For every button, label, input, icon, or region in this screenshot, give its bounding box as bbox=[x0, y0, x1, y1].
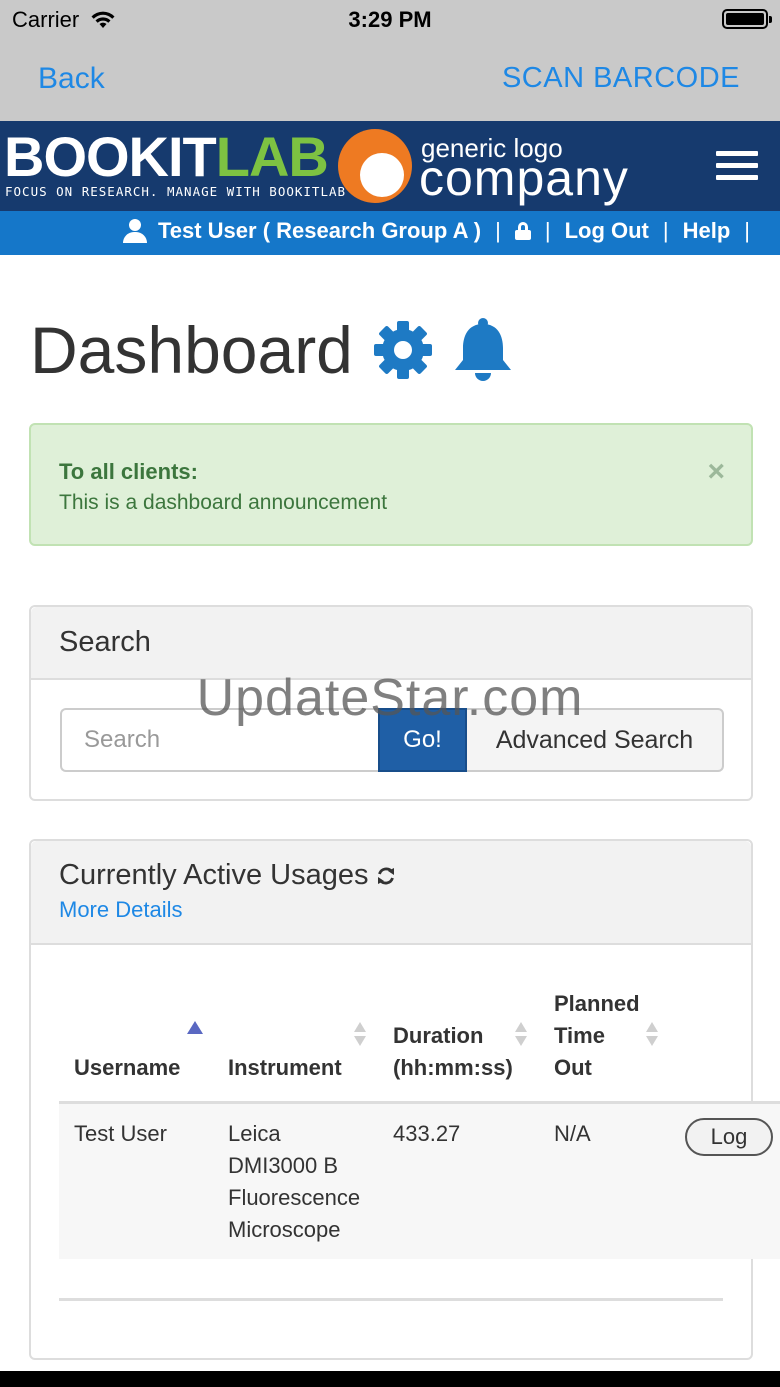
separator: | bbox=[662, 218, 669, 243]
sort-ascending-icon[interactable] bbox=[187, 1021, 203, 1034]
column-header-duration[interactable]: Duration bbox=[393, 1020, 483, 1052]
column-header-planned-time-out-line2: Time bbox=[554, 1023, 605, 1048]
nav-bar: Back SCAN BARCODE bbox=[0, 40, 780, 121]
status-time: 3:29 PM bbox=[348, 7, 432, 32]
logo-book-text: BOOKIT bbox=[4, 125, 217, 188]
column-header-planned-time-out-line3: Out bbox=[554, 1055, 592, 1080]
company-logo-big: company bbox=[419, 150, 629, 206]
sort-icon[interactable] bbox=[646, 1022, 658, 1048]
page-title-row: Dashboard bbox=[30, 312, 515, 388]
separator: | bbox=[744, 218, 750, 243]
sort-icon[interactable] bbox=[515, 1022, 527, 1048]
help-link[interactable]: Help bbox=[683, 218, 731, 244]
brand-header: BOOKITLAB FOCUS ON RESEARCH. MANAGE WITH… bbox=[0, 121, 780, 211]
cell-instrument-line3: Fluorescence bbox=[228, 1185, 361, 1210]
usages-panel-heading: Currently Active Usages More Details bbox=[31, 841, 751, 945]
search-panel-heading: Search bbox=[31, 607, 751, 680]
column-header-planned-time-out[interactable]: Planned bbox=[554, 988, 640, 1020]
log-button[interactable]: Log bbox=[685, 1118, 773, 1156]
advanced-search-button[interactable]: Advanced Search bbox=[467, 708, 724, 772]
go-button[interactable]: Go! bbox=[378, 708, 467, 772]
bookitlab-logo[interactable]: BOOKITLAB bbox=[4, 125, 329, 188]
alert-title: To all clients: bbox=[59, 459, 198, 484]
gear-icon[interactable] bbox=[373, 320, 433, 380]
table-divider bbox=[59, 1298, 723, 1301]
page-title: Dashboard bbox=[30, 313, 353, 387]
cell-duration: 433.27 bbox=[393, 1121, 461, 1146]
column-header-username[interactable]: Username bbox=[74, 1052, 180, 1084]
search-heading: Search bbox=[59, 626, 151, 658]
user-bar: Test User ( Research Group A ) | | Log O… bbox=[0, 211, 780, 255]
cell-planned-time-out: N/A bbox=[554, 1121, 591, 1146]
search-row: Go! Advanced Search bbox=[60, 708, 724, 772]
cell-instrument-line4: Microscope bbox=[228, 1217, 341, 1242]
cell-username: Test User bbox=[74, 1121, 167, 1146]
column-header-duration-unit: (hh:mm:ss) bbox=[393, 1055, 513, 1080]
cell-instrument-line2: DMI3000 B bbox=[228, 1153, 339, 1178]
refresh-icon[interactable] bbox=[376, 866, 396, 886]
sort-icon[interactable] bbox=[354, 1022, 366, 1048]
status-bar: Carrier 3:29 PM bbox=[0, 0, 780, 40]
separator: | bbox=[544, 218, 551, 243]
active-usages-panel: Currently Active Usages More Details bbox=[29, 839, 753, 1360]
user-profile-link[interactable]: Test User ( Research Group A ) bbox=[158, 218, 481, 244]
menu-icon[interactable] bbox=[716, 151, 758, 181]
search-input[interactable] bbox=[60, 708, 378, 772]
more-details-link[interactable]: More Details bbox=[59, 897, 182, 923]
user-icon bbox=[122, 219, 148, 243]
alert-body: This is a dashboard announcement bbox=[59, 491, 388, 514]
logout-link[interactable]: Log Out bbox=[565, 218, 649, 244]
separator: | bbox=[495, 218, 501, 243]
bell-icon[interactable] bbox=[451, 316, 515, 384]
usages-title-row: Currently Active Usages bbox=[59, 859, 396, 892]
search-panel: Search Go! Advanced Search bbox=[29, 605, 753, 801]
battery-icon bbox=[722, 9, 772, 29]
company-logo-icon bbox=[338, 129, 412, 203]
close-icon[interactable]: × bbox=[707, 457, 725, 487]
cell-instrument-line1: Leica bbox=[228, 1121, 281, 1146]
logo-lab-text: LAB bbox=[215, 125, 329, 188]
lock-icon[interactable] bbox=[514, 222, 531, 240]
logo-tagline: FOCUS ON RESEARCH. MANAGE WITH BOOKITLAB bbox=[5, 184, 347, 199]
usages-heading: Currently Active Usages bbox=[59, 859, 369, 891]
column-header-instrument[interactable]: Instrument bbox=[228, 1052, 342, 1084]
announcement-alert: To all clients: This is a dashboard anno… bbox=[29, 423, 753, 546]
bottom-bar bbox=[0, 1371, 780, 1387]
scan-barcode-button[interactable]: SCAN BARCODE bbox=[502, 62, 740, 95]
back-button[interactable]: Back bbox=[38, 62, 105, 96]
